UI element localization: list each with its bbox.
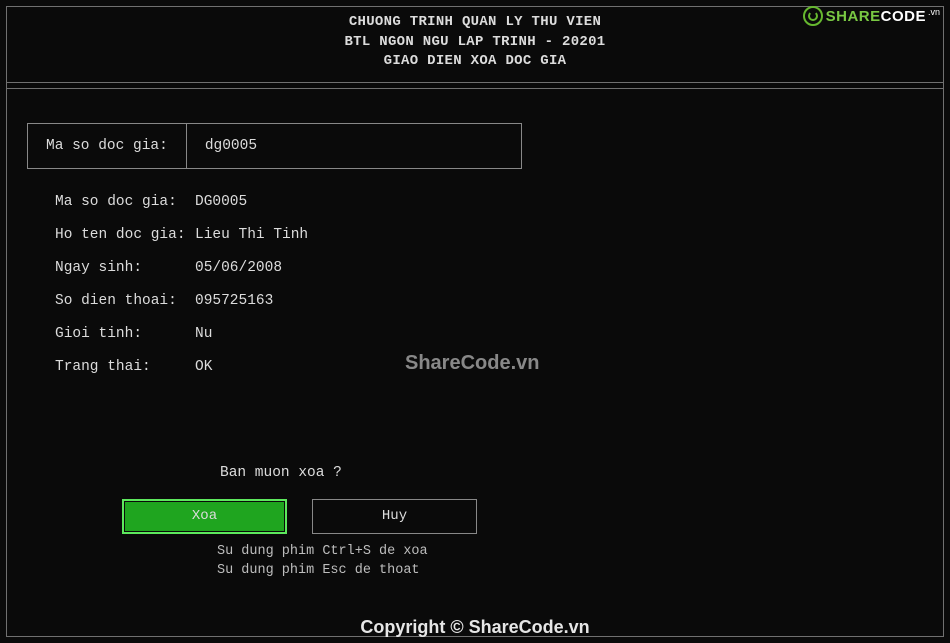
detail-value: OK (195, 359, 923, 375)
detail-label: Trang thai: (55, 359, 195, 375)
confirm-prompt: Ban muon xoa ? (122, 465, 923, 481)
hint-esc: Su dung phim Esc de thoat (217, 561, 923, 581)
header: CHUONG TRINH QUAN LY THU VIEN BTL NGON N… (7, 7, 943, 83)
detail-label: Ho ten doc gia: (55, 227, 195, 243)
reader-id-input[interactable]: dg0005 (187, 123, 522, 169)
detail-value: DG0005 (195, 194, 923, 210)
detail-label: So dien thoai: (55, 293, 195, 309)
reader-details: Ma so doc gia: DG0005 Ho ten doc gia: Li… (27, 194, 923, 375)
detail-row-gender: Gioi tinh: Nu (55, 326, 923, 342)
reader-id-label: Ma so doc gia: (27, 123, 187, 169)
detail-row-status: Trang thai: OK (55, 359, 923, 375)
hint-ctrl-s: Su dung phim Ctrl+S de xoa (217, 542, 923, 562)
divider (7, 88, 943, 89)
detail-row-dob: Ngay sinh: 05/06/2008 (55, 260, 923, 276)
detail-row-name: Ho ten doc gia: Lieu Thi Tinh (55, 227, 923, 243)
detail-label: Gioi tinh: (55, 326, 195, 342)
cancel-button[interactable]: Huy (312, 499, 477, 534)
app-subtitle: BTL NGON NGU LAP TRINH - 20201 (7, 33, 943, 53)
app-title: CHUONG TRINH QUAN LY THU VIEN (7, 13, 943, 33)
shortcut-hints: Su dung phim Ctrl+S de xoa Su dung phim … (122, 542, 923, 581)
detail-row-id: Ma so doc gia: DG0005 (55, 194, 923, 210)
detail-value: 05/06/2008 (195, 260, 923, 276)
detail-label: Ma so doc gia: (55, 194, 195, 210)
detail-label: Ngay sinh: (55, 260, 195, 276)
detail-value: 095725163 (195, 293, 923, 309)
detail-value: Lieu Thi Tinh (195, 227, 923, 243)
screen-title: GIAO DIEN XOA DOC GIA (7, 52, 943, 72)
detail-row-phone: So dien thoai: 095725163 (55, 293, 923, 309)
app-window: CHUONG TRINH QUAN LY THU VIEN BTL NGON N… (6, 6, 944, 637)
confirm-block: Ban muon xoa ? Xoa Huy Su dung phim Ctrl… (27, 465, 923, 581)
content-area: Ma so doc gia: dg0005 Ma so doc gia: DG0… (7, 123, 943, 581)
delete-button[interactable]: Xoa (122, 499, 287, 534)
reader-id-input-row: Ma so doc gia: dg0005 (27, 123, 923, 169)
button-row: Xoa Huy (122, 499, 923, 534)
detail-value: Nu (195, 326, 923, 342)
